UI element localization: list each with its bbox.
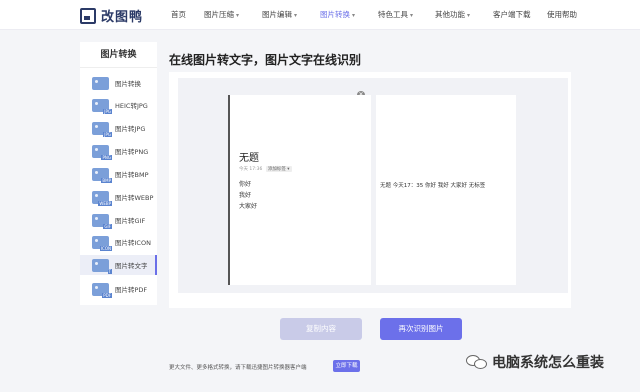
nav-image-convert[interactable]: 图片转换 ▾ [320,0,355,31]
nav-help[interactable]: 使用帮助 [547,0,577,30]
sidebar-item-to-icon[interactable]: 图片转ICON [80,232,157,252]
page-title: 在线图片转文字，图片文字在线识别 [169,53,362,67]
png-icon [92,144,112,160]
sidebar-item-to-text[interactable]: 图片转文字 [80,255,157,275]
nav-other-functions[interactable]: 其他功能 ▾ [435,0,470,31]
sidebar: 图片转换 图片转换 HEIC转JPG 图片转JPG 图片转PNG 图片转BMP … [80,42,157,305]
download-now-button[interactable]: 立即下载 [333,360,360,372]
webp-icon [92,190,112,206]
sidebar-item-label: 图片转PDF [115,286,148,294]
bmp-icon [92,167,112,183]
gif-icon [92,213,112,229]
icon-format-icon [92,235,112,251]
chevron-down-icon: ▾ [410,12,414,19]
recognized-text[interactable]: 无题 今天17：35 你好 我好 大家好 无标签 [380,181,485,189]
heic-jpg-icon [92,98,113,114]
sidebar-item-label: 图片转GIF [115,217,146,225]
sidebar-item-to-bmp[interactable]: 图片转BMP [80,164,157,184]
chevron-down-icon: ▾ [467,12,471,19]
sidebar-item-label: 图片转ICON [115,239,151,247]
chevron-down-icon: ▾ [294,12,298,19]
sidebar-item-to-jpg[interactable]: 图片转JPG [80,118,157,138]
watermark: 电脑系统怎么重装 [466,352,604,372]
text-icon [92,258,113,274]
nav-home[interactable]: 首页 [171,0,186,30]
wechat-icon [466,353,488,371]
sidebar-item-label: 图片转BMP [115,171,149,179]
nav-client-download[interactable]: 客户端下载 [493,0,531,30]
sidebar-item-to-png[interactable]: 图片转PNG [80,141,157,161]
footer-note: 更大文件、更多格式转换，请下载迅捷图片转换器客户端 [169,365,307,371]
jpg-icon [92,121,113,137]
doc-line: 你好 [239,181,252,188]
sidebar-item-image-convert[interactable]: 图片转换 [80,73,157,93]
image-icon [92,76,109,90]
brand-name: 改图鸭 [101,10,144,25]
nav-image-edit[interactable]: 图片编辑 ▾ [262,0,297,31]
doc-tag: 添加标签 ▾ [265,166,292,172]
sidebar-item-label: 图片转JPG [115,125,146,133]
recognized-text-panel[interactable]: 无题 今天17：35 你好 我好 大家好 无标签 [376,95,516,285]
watermark-text: 电脑系统怎么重装 [492,355,604,371]
doc-line: 大家好 [239,203,258,210]
sidebar-item-to-pdf[interactable]: 图片转PDF [80,279,157,299]
sidebar-item-label: 图片转PNG [115,148,149,156]
sidebar-item-label: HEIC转JPG [115,102,148,110]
sidebar-title: 图片转换 [80,42,157,68]
doc-title: 无题 [239,153,259,164]
logo-icon [80,7,96,24]
nav-special-tools[interactable]: 特色工具 ▾ [378,0,413,31]
recognize-again-button[interactable]: 再次识别图片 [380,318,462,340]
sidebar-item-label: 图片转文字 [115,262,148,270]
source-image-preview: 无题 今天 17:36 添加标签 ▾ 你好 我好 大家好 [228,95,371,285]
sidebar-item-label: 图片转换 [115,80,141,88]
sidebar-item-heic-to-jpg[interactable]: HEIC转JPG [80,95,157,115]
sidebar-item-label: 图片转WEBP [115,194,154,202]
sidebar-item-to-gif[interactable]: 图片转GIF [80,210,157,230]
top-header: 改图鸭 首页 图片压缩 ▾ 图片编辑 ▾ 图片转换 ▾ 特色工具 ▾ 其他功能 ▾ 客户端… [0,0,640,30]
copy-content-button[interactable]: 复制内容 [280,318,362,340]
doc-meta: 今天 17:36 添加标签 ▾ [239,166,292,172]
sidebar-item-to-webp[interactable]: 图片转WEBP [80,187,157,207]
pdf-icon [92,282,112,298]
site-logo[interactable]: 改图鸭 [80,6,143,25]
chevron-down-icon: ▾ [352,12,356,19]
doc-line: 我好 [239,192,252,199]
chevron-down-icon: ▾ [236,12,240,19]
nav-image-compress[interactable]: 图片压缩 ▾ [204,0,239,31]
